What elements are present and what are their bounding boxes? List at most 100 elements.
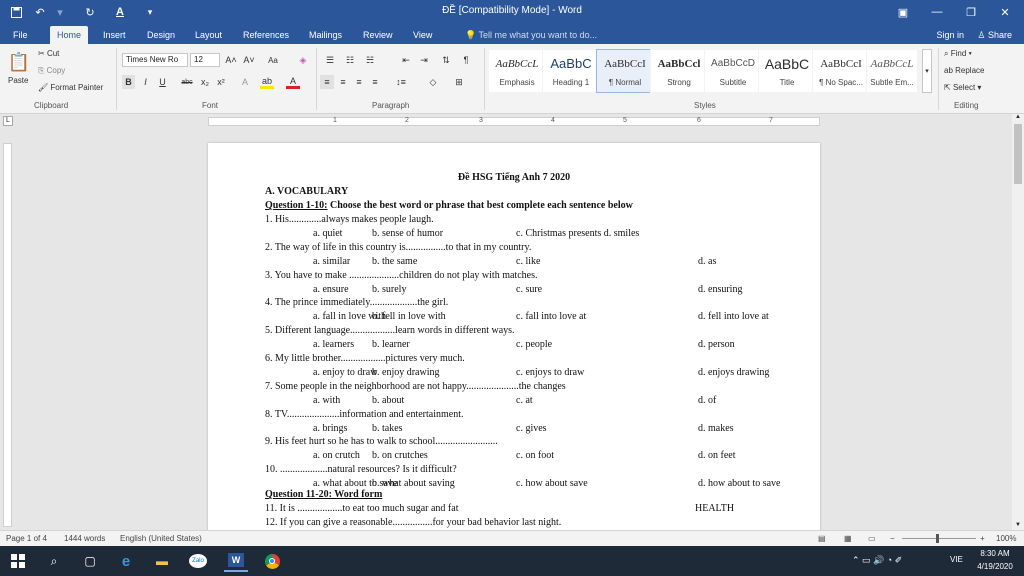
highlight-icon[interactable]: ab: [260, 75, 274, 89]
clock-time[interactable]: 8:30 AM: [972, 549, 1018, 558]
paste-button[interactable]: Paste: [8, 76, 28, 85]
tab-insert[interactable]: Insert: [96, 26, 133, 44]
scroll-down-icon[interactable]: ▼: [1012, 522, 1024, 530]
increase-indent-icon[interactable]: ⇥: [416, 53, 432, 67]
language-indicator[interactable]: English (United States): [120, 534, 202, 543]
change-case-button[interactable]: Aa: [264, 53, 282, 67]
text-effects-icon[interactable]: A: [238, 75, 252, 89]
tab-references[interactable]: References: [236, 26, 296, 44]
answer-option: d. person: [698, 339, 735, 351]
editing-group-label: Editing: [954, 101, 979, 110]
clock-date[interactable]: 4/19/2020: [972, 562, 1018, 571]
shrink-font-icon[interactable]: A˅: [242, 53, 256, 67]
scissors-icon: ✂: [38, 49, 47, 58]
scroll-thumb[interactable]: [1014, 124, 1022, 184]
pilcrow-icon[interactable]: ¶: [458, 53, 474, 67]
font-size-box[interactable]: 12: [190, 53, 220, 67]
vertical-scrollbar[interactable]: ▲ ▼: [1012, 114, 1024, 530]
underline-button[interactable]: U: [156, 75, 169, 89]
word-count[interactable]: 1444 words: [64, 534, 105, 543]
tab-layout[interactable]: Layout: [188, 26, 229, 44]
horizontal-ruler[interactable]: 1 2 3 4 5 6 7: [208, 117, 820, 126]
paste-icon[interactable]: 📋: [6, 48, 32, 76]
styles-more-icon[interactable]: ▾: [922, 49, 932, 93]
multilevel-list-icon[interactable]: ☵: [362, 53, 378, 67]
tab-home[interactable]: Home: [50, 26, 89, 44]
style-subtle-emphasis[interactable]: AaBbCcL Subtle Em...: [866, 49, 918, 93]
bullets-icon[interactable]: ☰: [322, 53, 338, 67]
chrome-icon[interactable]: [260, 550, 284, 572]
sign-in-link[interactable]: Sign in: [936, 26, 964, 44]
cut-button[interactable]: ✂ Cut: [38, 49, 59, 58]
zoom-out-icon[interactable]: −: [890, 534, 895, 543]
justify-icon[interactable]: ≡: [368, 75, 382, 89]
tab-file[interactable]: File: [6, 26, 35, 44]
format-painter-button[interactable]: 🖌 Format Painter: [38, 83, 103, 92]
restore-icon[interactable]: ❐: [954, 0, 988, 24]
document-page[interactable]: Đề HSG Tiếng Anh 7 2020 A. VOCABULARY Qu…: [208, 143, 820, 533]
superscript-button[interactable]: x²: [214, 75, 228, 89]
style-heading-1[interactable]: AaBbC Heading 1: [542, 49, 600, 93]
select-button[interactable]: ⇱ Select ▾: [944, 83, 981, 92]
sort-icon[interactable]: ⇅: [438, 53, 454, 67]
align-left-icon[interactable]: ≡: [320, 75, 334, 89]
zoom-level[interactable]: 100%: [996, 534, 1016, 543]
web-layout-icon[interactable]: ▭: [868, 534, 876, 543]
page-count[interactable]: Page 1 of 4: [6, 534, 47, 543]
strikethrough-button[interactable]: abc: [178, 75, 196, 89]
italic-button[interactable]: I: [139, 75, 152, 89]
tab-view[interactable]: View: [406, 26, 439, 44]
question-stem: 4. The prince immediately...............…: [265, 297, 449, 309]
edge-icon[interactable]: e: [114, 550, 138, 572]
borders-icon[interactable]: ⊞: [450, 75, 468, 89]
subscript-button[interactable]: x₂: [198, 75, 212, 89]
style-strong[interactable]: AaBbCcl Strong: [650, 49, 708, 93]
font-name-box[interactable]: Times New Ro: [122, 53, 188, 67]
close-icon[interactable]: ✕: [988, 0, 1022, 24]
style-normal[interactable]: AaBbCcI ¶ Normal: [596, 49, 654, 93]
answer-option: a. similar: [313, 255, 351, 267]
style-title[interactable]: AaBbC Title: [758, 49, 816, 93]
answer-option: c. enjoys to draw: [516, 367, 585, 378]
align-right-icon[interactable]: ≡: [352, 75, 366, 89]
tab-review[interactable]: Review: [356, 26, 400, 44]
find-button[interactable]: ⌕ Find ▾: [944, 49, 972, 59]
read-mode-icon[interactable]: ▤: [818, 534, 826, 543]
zoom-in-icon[interactable]: +: [980, 534, 985, 543]
print-layout-icon[interactable]: ▦: [844, 534, 852, 543]
copy-button[interactable]: ⎘ Copy: [38, 66, 65, 76]
word-icon[interactable]: W: [224, 550, 248, 572]
style-no-spacing[interactable]: AaBbCcI ¶ No Spac...: [812, 49, 870, 93]
numbering-icon[interactable]: ☷: [342, 53, 358, 67]
system-tray-icons[interactable]: ⌃ ▭ 🔊 ◔ ✐: [852, 555, 902, 566]
replace-button[interactable]: ab Replace: [944, 66, 984, 75]
tab-selector-icon[interactable]: L: [3, 116, 13, 126]
scroll-up-icon[interactable]: ▲: [1012, 114, 1024, 122]
decrease-indent-icon[interactable]: ⇤: [398, 53, 414, 67]
file-explorer-icon[interactable]: ▬: [150, 550, 174, 572]
style-emphasis[interactable]: AaBbCcL Emphasis: [488, 49, 546, 93]
task-view-icon[interactable]: ▢: [78, 550, 102, 572]
tab-design[interactable]: Design: [140, 26, 182, 44]
tell-me-box[interactable]: 💡 Tell me what you want to do...: [465, 26, 597, 44]
zoom-slider-thumb[interactable]: [936, 534, 939, 543]
clear-format-icon[interactable]: ◈: [296, 53, 310, 67]
question-heading: Question 1-10:: [265, 200, 328, 211]
search-icon[interactable]: ⌕: [42, 550, 66, 572]
vertical-ruler[interactable]: [3, 143, 12, 527]
style-subtitle[interactable]: AaBbCcD Subtitle: [704, 49, 762, 93]
ribbon-display-icon[interactable]: ▣: [886, 0, 920, 24]
align-center-icon[interactable]: ≡: [336, 75, 350, 89]
zalo-icon[interactable]: Zalo: [186, 550, 210, 572]
tab-mailings[interactable]: Mailings: [302, 26, 349, 44]
line-spacing-icon[interactable]: ↕≡: [392, 75, 410, 89]
font-color-button-icon[interactable]: A: [286, 75, 300, 89]
shading-icon[interactable]: ◇: [424, 75, 442, 89]
windows-start-icon[interactable]: [6, 550, 30, 572]
zoom-slider[interactable]: [902, 538, 976, 539]
grow-font-icon[interactable]: A˄: [224, 53, 238, 67]
minimize-icon[interactable]: —: [920, 0, 954, 24]
share-button[interactable]: ♙ Share: [977, 26, 1012, 44]
input-language[interactable]: VIE: [950, 555, 963, 564]
bold-button[interactable]: B: [122, 75, 135, 89]
